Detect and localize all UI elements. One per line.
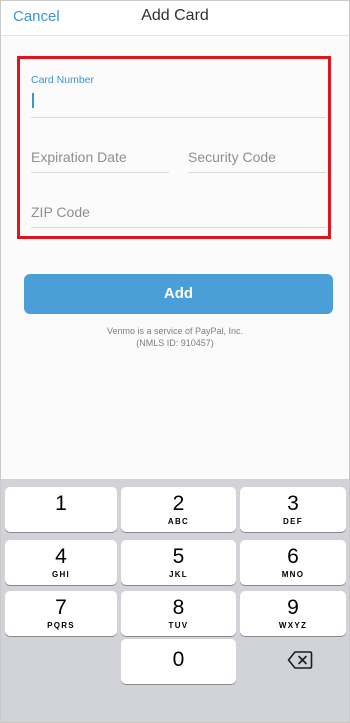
key-digit: 3 xyxy=(287,492,299,515)
security-code-underline xyxy=(188,172,326,173)
key-8[interactable]: 8 TUV xyxy=(121,591,236,636)
card-number-label: Card Number xyxy=(31,74,95,86)
key-letters: WXYZ xyxy=(278,621,308,630)
zip-code-underline xyxy=(31,227,326,228)
key-letters: JKL xyxy=(168,570,188,579)
key-digit: 4 xyxy=(55,545,67,568)
key-letters: PQRS xyxy=(47,621,75,630)
key-digit: 8 xyxy=(172,596,185,619)
key-letters: TUV xyxy=(168,621,189,630)
key-4[interactable]: 4 GHI xyxy=(5,540,117,585)
card-number-underline xyxy=(31,117,326,118)
key-2[interactable]: 2 ABC xyxy=(121,487,236,532)
key-letters: GHI xyxy=(51,570,71,579)
key-digit: 7 xyxy=(55,596,67,619)
key-5[interactable]: 5 JKL xyxy=(121,540,236,585)
page-title: Add Card xyxy=(141,7,209,24)
key-letters: DEF xyxy=(283,517,303,526)
key-letters: ABC xyxy=(167,517,190,526)
expiration-date-field[interactable]: Expiration Date xyxy=(31,149,127,165)
footer-line-2: (NMLS ID: 910457) xyxy=(136,338,214,348)
key-digit: 2 xyxy=(172,492,185,515)
key-digit: 9 xyxy=(287,596,299,619)
expiration-date-underline xyxy=(31,172,169,173)
footer-line-1: Venmo is a service of PayPal, Inc. xyxy=(106,326,244,336)
add-button[interactable]: Add xyxy=(24,274,333,314)
phone-screen: Cancel Add Card Card Number Expiration D… xyxy=(0,0,350,723)
card-number-input[interactable] xyxy=(32,93,34,108)
key-digit: 5 xyxy=(172,545,185,568)
key-digit: 0 xyxy=(172,648,185,671)
key-9[interactable]: 9 WXYZ xyxy=(240,591,346,636)
key-1[interactable]: 1 xyxy=(5,487,117,532)
security-code-field[interactable]: Security Code xyxy=(188,149,276,165)
key-3[interactable]: 3 DEF xyxy=(240,487,346,532)
key-6[interactable]: 6 MNO xyxy=(240,540,346,585)
nav-bar: Cancel Add Card xyxy=(1,1,349,36)
backspace-icon[interactable] xyxy=(287,649,313,671)
zip-code-field[interactable]: ZIP Code xyxy=(31,204,90,220)
key-digit: 6 xyxy=(287,545,299,568)
key-7[interactable]: 7 PQRS xyxy=(5,591,117,636)
key-letters: MNO xyxy=(281,570,305,579)
key-0[interactable]: 0 xyxy=(121,639,236,684)
key-digit: 1 xyxy=(55,492,67,515)
